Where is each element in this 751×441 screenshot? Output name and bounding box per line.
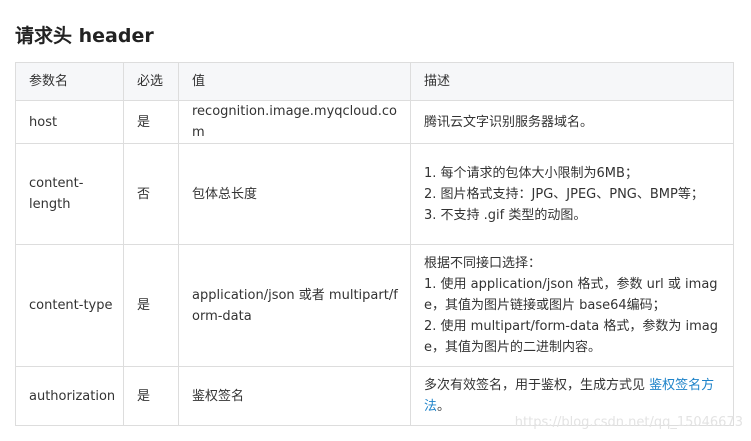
description-line: 1. 每个请求的包体大小限制为6MB； bbox=[424, 165, 638, 181]
description-line: 2. 图片格式支持：JPG、JPEG、PNG、BMP等； bbox=[424, 186, 704, 202]
param-required: 是 bbox=[123, 366, 179, 426]
table-row: content-length 否 包体总长度 1. 每个请求的包体大小限制为6M… bbox=[15, 143, 734, 245]
section-title: 请求头 header bbox=[15, 25, 154, 47]
param-value: recognition.image.myqcloud.com bbox=[178, 100, 411, 144]
header-value: 值 bbox=[178, 62, 411, 101]
param-name: content-type bbox=[15, 244, 124, 367]
param-required: 否 bbox=[123, 143, 179, 245]
param-required: 是 bbox=[123, 100, 179, 144]
param-value: 包体总长度 bbox=[178, 143, 411, 245]
description-line: 腾讯云文字识别服务器域名。 bbox=[424, 114, 594, 130]
param-name: host bbox=[15, 100, 124, 144]
header-param-name: 参数名 bbox=[15, 62, 124, 101]
description-line: 2. 使用 multipart/form-data 格式，参数为 image，其… bbox=[424, 319, 718, 355]
description-line: 根据不同接口选择： bbox=[424, 256, 542, 271]
header-required: 必选 bbox=[123, 62, 179, 101]
param-description: 1. 每个请求的包体大小限制为6MB； 2. 图片格式支持：JPG、JPEG、P… bbox=[410, 143, 734, 245]
param-value: application/json 或者 multipart/form-data bbox=[178, 244, 411, 367]
request-header-table: 参数名 必选 值 描述 host 是 recognition.image.myq… bbox=[15, 62, 734, 426]
header-description: 描述 bbox=[410, 62, 734, 101]
param-required: 是 bbox=[123, 244, 179, 367]
table-row: content-type 是 application/json 或者 multi… bbox=[15, 244, 734, 367]
param-name: authorization bbox=[15, 366, 124, 426]
watermark: https://blog.csdn.net/qq_15046673 bbox=[514, 415, 743, 430]
table-row: host 是 recognition.image.myqcloud.com 腾讯… bbox=[15, 100, 734, 144]
description-line: 1. 使用 application/json 格式，参数 url 或 image… bbox=[424, 277, 718, 313]
param-description: 腾讯云文字识别服务器域名。 bbox=[410, 100, 734, 144]
param-value: 鉴权签名 bbox=[178, 366, 411, 426]
description-end: 。 bbox=[437, 399, 451, 414]
param-name: content-length bbox=[15, 143, 124, 245]
param-description: 根据不同接口选择： 1. 使用 application/json 格式，参数 u… bbox=[410, 244, 734, 367]
table-header-row: 参数名 必选 值 描述 bbox=[15, 62, 734, 101]
description-text: 多次有效签名，用于鉴权，生成方式见 bbox=[424, 378, 646, 393]
description-line: 3. 不支持 .gif 类型的动图。 bbox=[424, 207, 587, 223]
